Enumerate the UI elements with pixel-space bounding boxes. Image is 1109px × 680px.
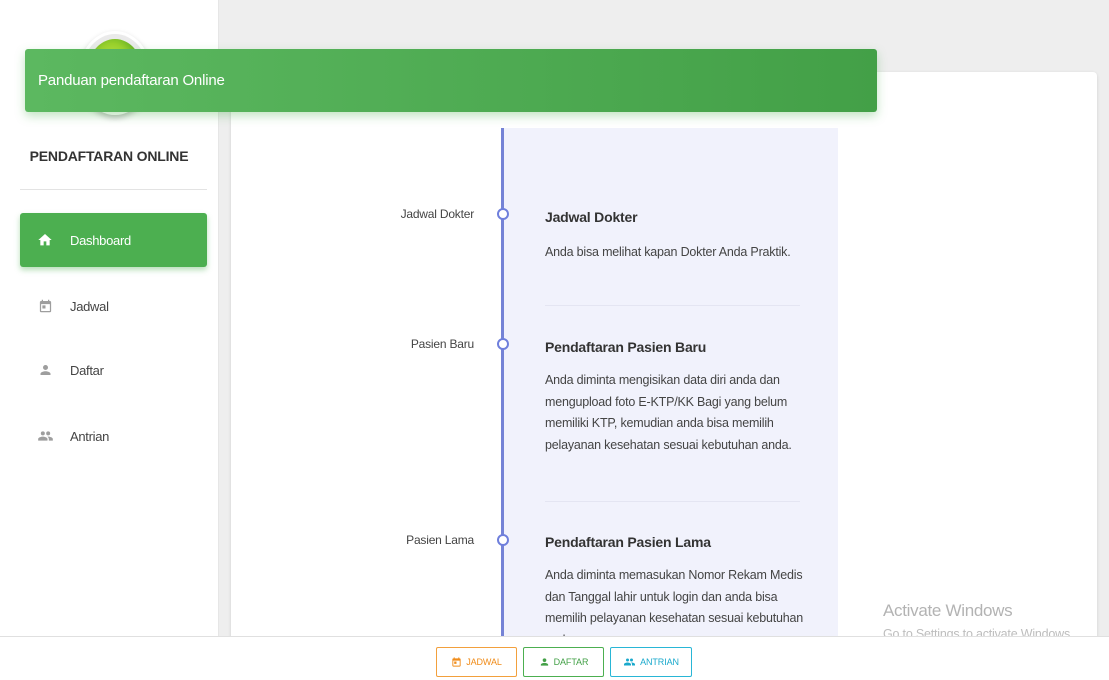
sidebar-item-jadwal[interactable]: Jadwal [20, 279, 207, 333]
card-header: Panduan pendaftaran Online [25, 49, 877, 112]
timeline-text: Anda diminta memasukan Nomor Rekam Medis… [545, 568, 804, 636]
timeline-dot [497, 208, 509, 220]
daftar-button[interactable]: DAFTAR [523, 647, 604, 677]
timeline-separator [545, 305, 800, 306]
sidebar-item-daftar[interactable]: Daftar [20, 343, 207, 397]
daftar-button-label: DAFTAR [553, 657, 589, 667]
sidebar-item-antrian[interactable]: Antrian [20, 409, 207, 463]
timeline-dot [497, 534, 509, 546]
person-icon [34, 362, 56, 378]
people-icon [34, 428, 56, 444]
bottom-nav: JADWAL DAFTAR ANTRIAN [0, 636, 1109, 680]
jadwal-button[interactable]: JADWAL [436, 647, 517, 677]
sidebar-item-label: Antrian [70, 428, 110, 444]
jadwal-button-label: JADWAL [466, 657, 502, 667]
brand-title: PENDAFTARAN ONLINE [29, 148, 189, 164]
sidebar-divider [20, 189, 207, 190]
sidebar-item-dashboard[interactable]: Dashboard [20, 213, 207, 267]
antrian-button-label: ANTRIAN [640, 657, 679, 667]
antrian-button[interactable]: ANTRIAN [610, 647, 692, 677]
timeline-label: Jadwal Dokter [400, 207, 475, 221]
timeline-line [501, 128, 504, 636]
timeline-dot [497, 338, 509, 350]
timeline-separator [545, 501, 800, 502]
timeline-text: Anda diminta mengisikan data diri anda d… [545, 373, 792, 452]
timeline-text: Anda bisa melihat kapan Dokter Anda Prak… [545, 245, 791, 259]
timeline-title: Pendaftaran Pasien Lama [545, 534, 711, 550]
sidebar-item-label: Dashboard [70, 232, 131, 248]
watermark-title: Activate Windows [883, 601, 1013, 620]
calendar-icon [34, 298, 56, 314]
people-icon [623, 656, 636, 668]
person-icon [539, 656, 550, 668]
timeline-title: Pendaftaran Pasien Baru [545, 339, 707, 355]
home-icon [34, 232, 56, 248]
card-header-title: Panduan pendaftaran Online [38, 72, 225, 89]
timeline-label: Pasien Lama [406, 533, 474, 547]
app-window: NH PENDAFTARAN ONLINE Dashboard Jadwal D… [0, 0, 1109, 680]
sidebar-item-label: Daftar [70, 362, 104, 378]
timeline-label: Pasien Baru [410, 337, 474, 351]
timeline-title: Jadwal Dokter [545, 209, 638, 225]
sidebar-item-label: Jadwal [70, 298, 109, 314]
calendar-icon [451, 656, 462, 668]
